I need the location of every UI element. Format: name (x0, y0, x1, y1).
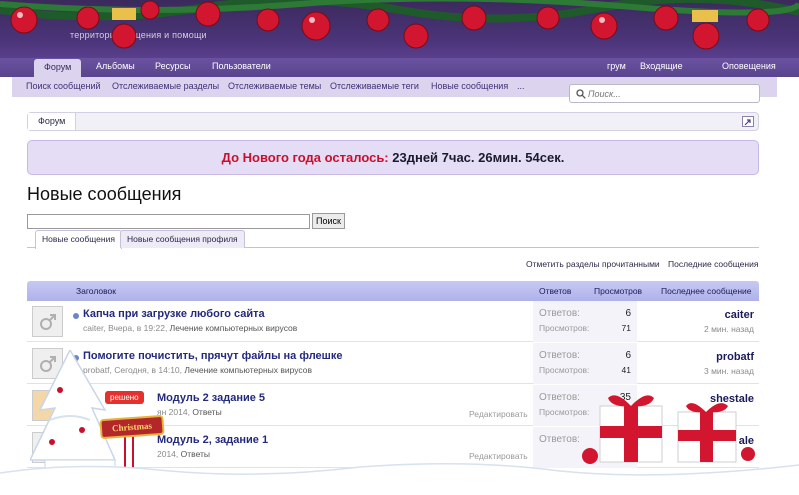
new-year-countdown: До Нового года осталось: 23дней 7час. 26… (27, 140, 759, 175)
subnav-watched-forums[interactable]: Отслеживаемые разделы (112, 77, 219, 96)
replies-count: 6 (625, 350, 631, 361)
thread-forum-link[interactable]: Лечение компьютерных вирусов (170, 323, 298, 333)
unread-indicator-icon (73, 313, 79, 319)
page-title: Новые сообщения (27, 184, 182, 204)
breadcrumb-forum[interactable]: Форум (28, 113, 77, 130)
replies-count: 6 (625, 308, 631, 319)
mark-forums-read-link[interactable]: Отметить разделы прочитанными (526, 259, 660, 269)
countdown-value: 23дней 7час. 26мин. 54сек. (392, 150, 565, 165)
jump-to-icon[interactable] (742, 116, 754, 127)
subnav-more[interactable]: ... (517, 77, 525, 96)
views-count: 41 (621, 365, 631, 375)
main-nav: Форум Альбомы Ресурсы Пользователи грум … (0, 58, 799, 78)
tab-albums[interactable]: Альбомы (86, 58, 145, 77)
last-post-time[interactable]: 2 мин. назад (704, 324, 754, 334)
thread-stats: Ответов: 6 Просмотров: 71 (533, 301, 637, 342)
thread-stats: Ответов: 6 Просмотров: 41 (533, 343, 637, 384)
subnav-new-posts[interactable]: Новые сообщения (431, 77, 508, 96)
content-tabs: Новые сообщения Новые сообщения профиля (27, 229, 759, 249)
thread-author[interactable]: caiter (83, 323, 103, 333)
nav-alerts[interactable]: Оповещения (712, 58, 786, 77)
christmas-garland-decoration (0, 0, 799, 50)
last-post-user[interactable]: probatf (716, 351, 754, 363)
replies-label: Ответов: (539, 350, 580, 361)
site-header: территория общения и помощи (0, 0, 799, 58)
tab-new-posts[interactable]: Новые сообщения (35, 230, 122, 249)
subnav-search-messages[interactable]: Поиск сообщений (26, 77, 101, 96)
views-label: Просмотров: (539, 365, 590, 375)
header-last-post[interactable]: Последнее сообщение (661, 281, 752, 301)
latest-posts-link[interactable]: Последние сообщения (668, 259, 758, 269)
last-post-user[interactable]: caiter (725, 309, 754, 321)
header-views[interactable]: Просмотров (594, 281, 642, 301)
thread-title-link[interactable]: Капча при загрузке любого сайта (83, 308, 265, 320)
thread-forum-link[interactable]: Ответы (192, 407, 221, 417)
thread-date: Вчера, в 19:22 (108, 323, 165, 333)
tab-users[interactable]: Пользователи (202, 58, 281, 77)
nav-inbox[interactable]: Входящие (630, 58, 693, 77)
header-replies[interactable]: Ответов (539, 281, 571, 301)
thread-meta: caiter, Вчера, в 19:22, Лечение компьюте… (83, 323, 298, 333)
thread-forum-link[interactable]: Лечение компьютерных вирусов (184, 365, 312, 375)
replies-label: Ответов: (539, 308, 580, 319)
breadcrumb: Форум (27, 112, 759, 131)
table-row[interactable]: Капча при загрузке любого сайта caiter, … (27, 301, 759, 342)
replies-label: Ответов: (539, 392, 580, 403)
male-icon (40, 314, 56, 330)
subnav-watched-threads[interactable]: Отслеживаемые темы (228, 77, 321, 96)
table-header: Заголовок Ответов Просмотров Последнее с… (27, 281, 759, 301)
tab-forum[interactable]: Форум (34, 59, 82, 78)
views-count: 71 (621, 323, 631, 333)
new-posts-search-input[interactable] (27, 214, 310, 229)
tab-resources[interactable]: Ресурсы (145, 58, 201, 77)
header-title[interactable]: Заголовок (76, 281, 116, 301)
avatar[interactable] (32, 306, 63, 337)
replies-label: Ответов: (539, 434, 580, 445)
tab-new-profile-posts[interactable]: Новые сообщения профиля (120, 230, 245, 248)
countdown-label: До Нового года осталось: (221, 150, 389, 165)
snow-drift-decoration (0, 463, 799, 495)
last-post-time[interactable]: 3 мин. назад (704, 366, 754, 376)
search-box[interactable] (569, 84, 760, 103)
search-button[interactable]: Поиск (312, 213, 345, 229)
search-icon (576, 89, 586, 99)
views-label: Просмотров: (539, 323, 590, 333)
subnav-watched-tags[interactable]: Отслеживаемые теги (330, 77, 419, 96)
edit-link[interactable]: Редактировать (469, 409, 528, 419)
search-input[interactable] (588, 87, 753, 100)
